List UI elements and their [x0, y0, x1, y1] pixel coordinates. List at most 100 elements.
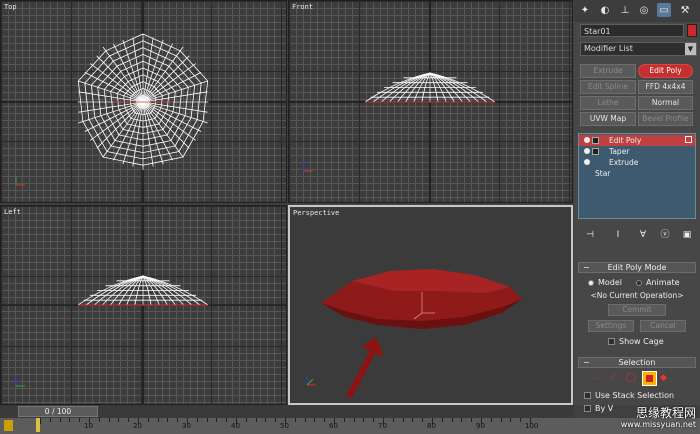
configure-sets-icon[interactable]: ▣	[679, 228, 695, 242]
expand-icon[interactable]	[592, 148, 599, 155]
timeline-tick	[392, 418, 394, 422]
commit-button[interactable]: Commit	[608, 304, 666, 316]
timeline-tick	[69, 418, 71, 422]
display-icon[interactable]: ▭	[657, 3, 671, 17]
panel-tabs: ✦ ◐ ⊥ ◎ ▭ ⚒	[574, 0, 700, 22]
edit-poly-mode-rollout[interactable]: − Edit Poly Mode	[578, 262, 696, 273]
eye-icon[interactable]	[584, 148, 590, 154]
stack-item-taper[interactable]: Taper	[579, 146, 695, 157]
ffd-button[interactable]: FFD 4x4x4	[638, 80, 693, 94]
make-unique-icon[interactable]: ∀	[635, 228, 651, 242]
timeline-tick-label: 60	[329, 422, 338, 430]
motion-icon[interactable]: ◎	[637, 3, 651, 17]
animate-radio[interactable]: Animate	[636, 278, 680, 287]
stack-item-extrude[interactable]: Extrude	[579, 157, 695, 168]
timeline-tick-label: 30	[182, 422, 191, 430]
left-wireframe-dome	[1, 206, 286, 404]
top-wireframe-star	[1, 1, 286, 202]
perspective-shaded-umbrella	[306, 269, 522, 398]
uvw-map-button[interactable]: UVW Map	[580, 112, 636, 126]
time-slider[interactable]: 0 / 100	[18, 406, 98, 417]
timeline-tick	[49, 418, 51, 422]
show-end-result-icon[interactable]: Ⅰ	[610, 228, 626, 242]
timeline-tick	[471, 418, 473, 422]
subobject-toolbar: ∴ ⟋ ◯ ◆	[594, 371, 694, 387]
timeline-tick	[373, 418, 375, 422]
timeline-tick	[118, 418, 120, 422]
edge-icon[interactable]: ⟋	[610, 373, 616, 383]
timeline-tick-label: 50	[280, 422, 289, 430]
timeline-tick-label: 70	[378, 422, 387, 430]
timeline-tick-label: 20	[133, 422, 142, 430]
by-vertex-checkbox[interactable]: By V	[584, 404, 613, 413]
timeline-tick	[412, 418, 414, 422]
timeline-tick	[353, 418, 355, 422]
use-stack-selection-checkbox[interactable]: Use Stack Selection	[584, 391, 674, 400]
timeline-tick	[108, 418, 110, 422]
eye-icon[interactable]	[584, 137, 590, 143]
timeline-tick	[451, 418, 453, 422]
edit-poly-button[interactable]: Edit Poly	[638, 64, 693, 78]
viewport-perspective[interactable]: Perspective	[288, 205, 573, 405]
timeline-tick	[314, 418, 316, 422]
timeline-tick	[98, 418, 100, 422]
stack-item-edit-poly[interactable]: Edit Poly	[579, 135, 695, 146]
lathe-button[interactable]: Lathe	[580, 96, 636, 110]
timeline-tick	[402, 418, 404, 422]
eye-icon[interactable]	[584, 159, 590, 165]
timeline-tick	[79, 418, 81, 422]
viewport-front[interactable]: Front	[288, 0, 573, 203]
timeline-tick	[422, 418, 424, 422]
timeline-tick-label: 40	[231, 422, 240, 430]
timeline-tick	[490, 418, 492, 422]
timeline-ruler[interactable]: 10 20 30 40 50 60 70 80 90 100	[0, 418, 700, 434]
timeline-tick-label: 10	[84, 422, 93, 430]
timeline-tick-label: 100	[525, 422, 539, 430]
object-name-field[interactable]: Star01	[580, 24, 684, 37]
modifier-list-dropdown[interactable]: Modifier List ▼	[580, 42, 697, 56]
edit-spline-button[interactable]: Edit Spline	[580, 80, 636, 94]
cancel-button[interactable]: Cancel	[640, 320, 686, 332]
utilities-icon[interactable]: ⚒	[678, 3, 692, 17]
bevel-profile-button[interactable]: Bevel Profile	[638, 112, 693, 126]
watermark: 思缘教程网	[635, 406, 696, 420]
extrude-button[interactable]: Extrude	[580, 64, 636, 78]
create-icon[interactable]: ✦	[578, 3, 592, 17]
viewport-left[interactable]: Left	[0, 205, 287, 405]
remove-modifier-icon[interactable]: ⓥ	[657, 228, 673, 242]
timeline-tick	[216, 418, 218, 422]
normal-button[interactable]: Normal	[638, 96, 693, 110]
timeline-tick	[147, 418, 149, 422]
timeline-tick	[275, 418, 277, 422]
timeline-tick	[196, 418, 198, 422]
modifier-list-label: Modifier List	[584, 44, 633, 53]
border-icon[interactable]: ◯	[626, 373, 636, 383]
viewport-top[interactable]: Top	[0, 0, 287, 203]
selection-rollout[interactable]: − Selection	[578, 357, 696, 368]
stack-toolbar: ⊣ Ⅰ ∀ ⓥ ▣	[578, 228, 696, 244]
checkbox-icon[interactable]	[685, 136, 692, 143]
red-arrow-annotation	[347, 337, 384, 398]
element-icon[interactable]: ◆	[660, 373, 667, 383]
timeline-tick	[363, 418, 365, 422]
keyframe-icon[interactable]	[4, 420, 13, 431]
timeline-tick-label: 80	[427, 422, 436, 430]
timeline-tick	[461, 418, 463, 422]
stack-item-star[interactable]: Star	[579, 168, 695, 179]
vertex-icon[interactable]: ∴	[594, 373, 600, 383]
object-color-swatch[interactable]	[687, 24, 697, 37]
timeline-tick	[324, 418, 326, 422]
model-radio[interactable]: Model	[588, 278, 622, 287]
timeline-tick	[157, 418, 159, 422]
expand-icon[interactable]	[592, 137, 599, 144]
polygon-icon[interactable]	[642, 371, 657, 386]
chevron-down-icon[interactable]: ▼	[685, 43, 696, 55]
timeline-tick	[128, 418, 130, 422]
rollout-title: Selection	[618, 358, 656, 367]
show-cage-checkbox[interactable]: Show Cage	[608, 337, 664, 346]
timeline-tick	[177, 418, 179, 422]
pin-stack-icon[interactable]: ⊣	[582, 228, 598, 242]
settings-button[interactable]: Settings	[588, 320, 634, 332]
modify-icon[interactable]: ◐	[598, 3, 612, 17]
hierarchy-icon[interactable]: ⊥	[618, 3, 632, 17]
